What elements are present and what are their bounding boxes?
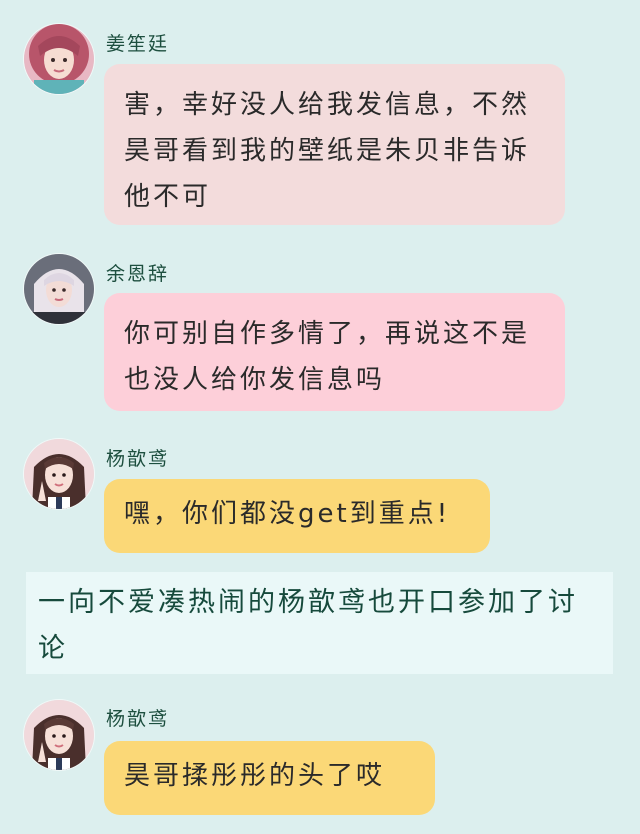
chat-message: 杨歆鸢 嘿，你们都没get到重点! [0,425,640,565]
sender-name: 余恩辞 [106,263,170,285]
chat-message: 余恩辞 你可别自作多情了，再说这不是也没人给你发信息吗 [0,240,640,425]
sender-name: 杨歆鸢 [106,448,170,470]
narration-text: 一向不爱凑热闹的杨歆鸢也开口参加了讨论 [26,572,613,674]
sender-name: 杨歆鸢 [106,708,170,730]
avatar[interactable] [24,254,94,324]
avatar[interactable] [24,439,94,509]
message-bubble[interactable]: 嘿，你们都没get到重点! [104,479,490,553]
chat-message: 姜笙廷 害，幸好没人给我发信息，不然昊哥看到我的壁纸是朱贝非告诉他不可 [0,0,640,240]
message-bubble[interactable]: 害，幸好没人给我发信息，不然昊哥看到我的壁纸是朱贝非告诉他不可 [104,64,565,225]
avatar[interactable] [24,24,94,94]
sender-name: 姜笙廷 [106,33,170,55]
message-bubble[interactable]: 昊哥揉彤彤的头了哎 [104,741,435,815]
message-bubble[interactable]: 你可别自作多情了，再说这不是也没人给你发信息吗 [104,293,565,411]
chat-message: 杨歆鸢 昊哥揉彤彤的头了哎 [0,690,640,834]
avatar[interactable] [24,700,94,770]
